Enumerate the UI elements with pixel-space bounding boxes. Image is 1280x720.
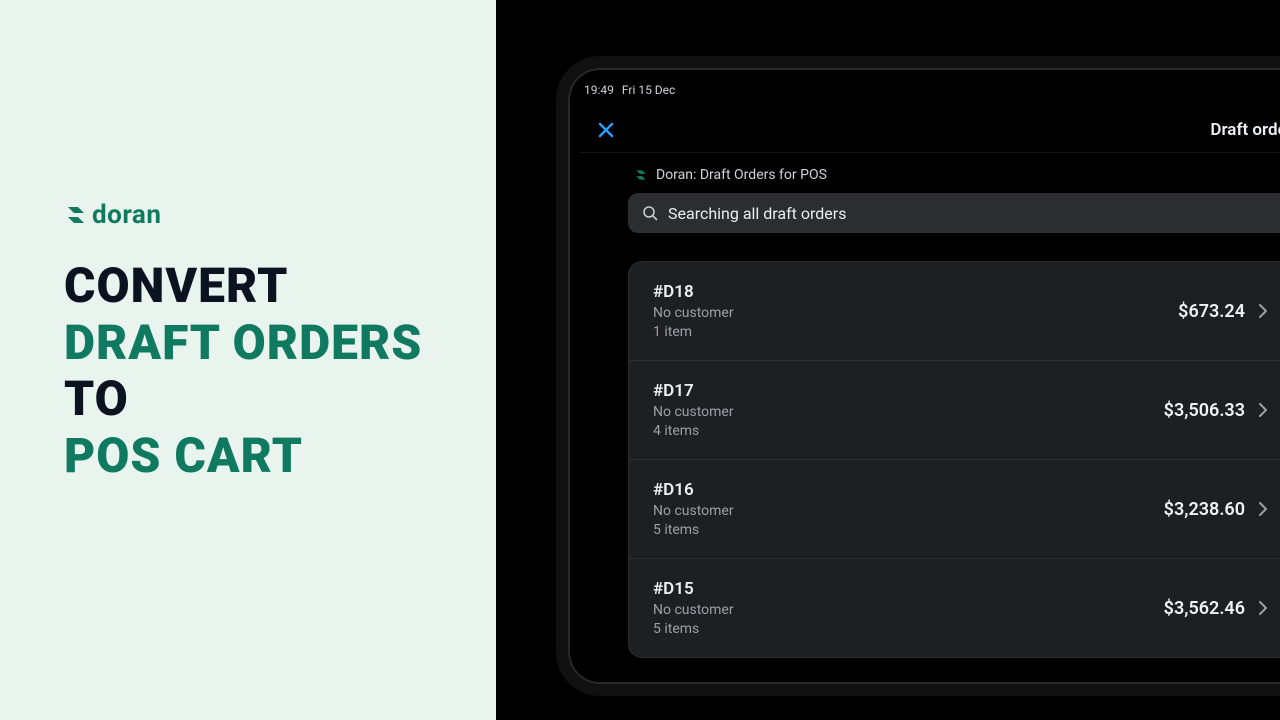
app-subtitle: Doran: Draft Orders for POS: [628, 163, 1280, 193]
app-subtitle-text: Doran: Draft Orders for POS: [656, 167, 827, 183]
promo-panel: doran Convert Draft Orders To POS Cart: [0, 0, 496, 720]
chevron-right-icon: [1259, 304, 1268, 318]
order-id: #D16: [653, 480, 734, 500]
search-icon: [642, 205, 658, 221]
order-id: #D15: [653, 579, 734, 599]
order-items: 4 items: [653, 423, 734, 439]
device-panel: 19:49 Fri 15 Dec 76%: [496, 0, 1280, 720]
chevron-right-icon: [1259, 601, 1268, 615]
brand-logo-icon: [64, 203, 88, 227]
headline: Convert Draft Orders To POS Cart: [64, 258, 496, 485]
headline-line-4: POS Cart: [64, 428, 496, 485]
app-header: Draft orders: [580, 107, 1280, 153]
order-row[interactable]: #D15 No customer 5 items $3,562.46: [629, 559, 1280, 657]
order-amount: $3,562.46: [1164, 598, 1245, 619]
status-date: Fri 15 Dec: [622, 83, 675, 97]
headline-line-2: Draft Orders: [64, 315, 496, 372]
order-row[interactable]: #D16 No customer 5 items $3,238.60: [629, 460, 1280, 559]
brand: doran: [64, 200, 496, 230]
brand-name: doran: [92, 200, 161, 230]
chevron-right-icon: [1259, 502, 1268, 516]
status-time: 19:49: [584, 83, 614, 97]
tablet-frame: 19:49 Fri 15 Dec 76%: [556, 56, 1280, 696]
order-customer: No customer: [653, 305, 734, 321]
search-placeholder: Searching all draft orders: [668, 204, 846, 223]
order-customer: No customer: [653, 602, 734, 618]
order-customer: No customer: [653, 503, 734, 519]
order-row[interactable]: #D18 No customer 1 item $673.24: [629, 262, 1280, 361]
app-logo-icon: [634, 168, 648, 182]
status-bar: 19:49 Fri 15 Dec 76%: [580, 76, 1280, 107]
headline-line-3: To: [64, 371, 496, 428]
search-input[interactable]: Searching all draft orders: [628, 193, 1280, 233]
order-items: 5 items: [653, 621, 734, 637]
order-items: 1 item: [653, 324, 734, 340]
orders-list: #D18 No customer 1 item $673.24 #: [628, 261, 1280, 658]
order-amount: $3,238.60: [1164, 499, 1245, 520]
order-amount: $673.24: [1178, 301, 1245, 322]
order-amount: $3,506.33: [1164, 400, 1245, 421]
order-row[interactable]: #D17 No customer 4 items $3,506.33: [629, 361, 1280, 460]
order-id: #D18: [653, 282, 734, 302]
headline-line-1: Convert: [64, 258, 496, 315]
screen-title: Draft orders: [1210, 120, 1280, 140]
order-id: #D17: [653, 381, 734, 401]
app-root: Draft orders Doran: Draft Orders for POS: [580, 107, 1280, 715]
chevron-right-icon: [1259, 403, 1268, 417]
close-button[interactable]: [592, 116, 620, 144]
order-customer: No customer: [653, 404, 734, 420]
order-items: 5 items: [653, 522, 734, 538]
